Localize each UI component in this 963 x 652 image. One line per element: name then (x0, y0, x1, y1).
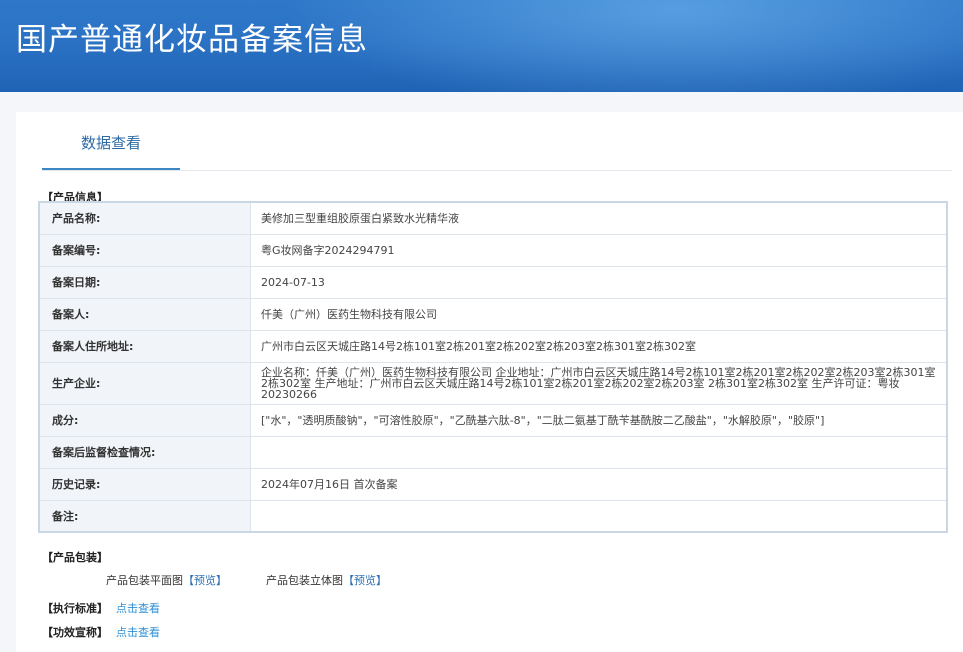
field-value (250, 435, 948, 469)
table-row: 备案人: 仟美（广州）医药生物科技有限公司 (38, 297, 948, 331)
field-value: 广州市白云区天城庄路14号2栋101室2栋201室2栋202室2栋203室2栋3… (250, 329, 948, 363)
table-row: 备案编号: 粤G妆网备字2024294791 (38, 233, 948, 267)
packaging-label: 【产品包装】 (42, 551, 108, 564)
table-row: 生产企业: 企业名称：仟美（广州）医药生物科技有限公司 企业地址：广州市白云区天… (38, 361, 948, 405)
field-value: 粤G妆网备字2024294791 (250, 233, 948, 267)
content-panel: 数据查看 【产品信息】 产品名称: 美修加三型重组胶原蛋白紧致水光精华液 备案编… (16, 112, 963, 652)
field-value: 美修加三型重组胶原蛋白紧致水光精华液 (250, 201, 948, 235)
field-label: 备案编号: (38, 233, 251, 267)
table-row: 成分: ["水"，"透明质酸钠"，"可溶性胶原"，"乙酰基六肽-8"，"二肽二氨… (38, 403, 948, 437)
packaging-item-3d: 产品包装立体图【预览】 (266, 572, 387, 588)
tab-data-view[interactable]: 数据查看 (42, 112, 180, 170)
execution-standard-label: 【执行标准】 (42, 602, 108, 615)
execution-standard-link[interactable]: 点击查看 (116, 602, 160, 615)
tab-divider (42, 170, 952, 171)
field-value (250, 499, 948, 533)
field-label: 备案日期: (38, 265, 251, 299)
product-info-table: 产品名称: 美修加三型重组胶原蛋白紧致水光精华液 备案编号: 粤G妆网备字202… (38, 201, 948, 533)
field-value: 企业名称：仟美（广州）医药生物科技有限公司 企业地址：广州市白云区天城庄路14号… (250, 361, 948, 405)
page-title: 国产普通化妆品备案信息 (16, 22, 368, 58)
efficacy-claim-label: 【功效宣称】 (42, 626, 108, 639)
field-value: 仟美（广州）医药生物科技有限公司 (250, 297, 948, 331)
field-label: 生产企业: (38, 361, 251, 405)
field-label: 成分: (38, 403, 251, 437)
packaging-item-flat: 产品包装平面图【预览】 (106, 572, 227, 588)
table-row: 备案日期: 2024-07-13 (38, 265, 948, 299)
table-row: 备案后监督检查情况: (38, 435, 948, 469)
table-row: 备注: (38, 499, 948, 533)
preview-link[interactable]: 【预览】 (343, 574, 387, 587)
execution-standard-row: 【执行标准】 点击查看 (42, 600, 160, 616)
field-label: 历史记录: (38, 467, 251, 501)
field-label: 备案人住所地址: (38, 329, 251, 363)
page-header: 国产普通化妆品备案信息 (0, 0, 963, 92)
table-row: 备案人住所地址: 广州市白云区天城庄路14号2栋101室2栋201室2栋202室… (38, 329, 948, 363)
field-label: 备案后监督检查情况: (38, 435, 251, 469)
table-row: 历史记录: 2024年07月16日 首次备案 (38, 467, 948, 501)
field-value: 2024-07-13 (250, 265, 948, 299)
preview-link[interactable]: 【预览】 (183, 574, 227, 587)
packaging-item-label: 产品包装平面图 (106, 574, 183, 587)
efficacy-claim-link[interactable]: 点击查看 (116, 626, 160, 639)
field-value: 2024年07月16日 首次备案 (250, 467, 948, 501)
field-label: 备注: (38, 499, 251, 533)
field-value: ["水"，"透明质酸钠"，"可溶性胶原"，"乙酰基六肽-8"，"二肽二氨基丁酰苄… (250, 403, 948, 437)
table-row: 产品名称: 美修加三型重组胶原蛋白紧致水光精华液 (38, 201, 948, 235)
field-label: 产品名称: (38, 201, 251, 235)
efficacy-claim-row: 【功效宣称】 点击查看 (42, 624, 160, 640)
packaging-item-label: 产品包装立体图 (266, 574, 343, 587)
field-label: 备案人: (38, 297, 251, 331)
